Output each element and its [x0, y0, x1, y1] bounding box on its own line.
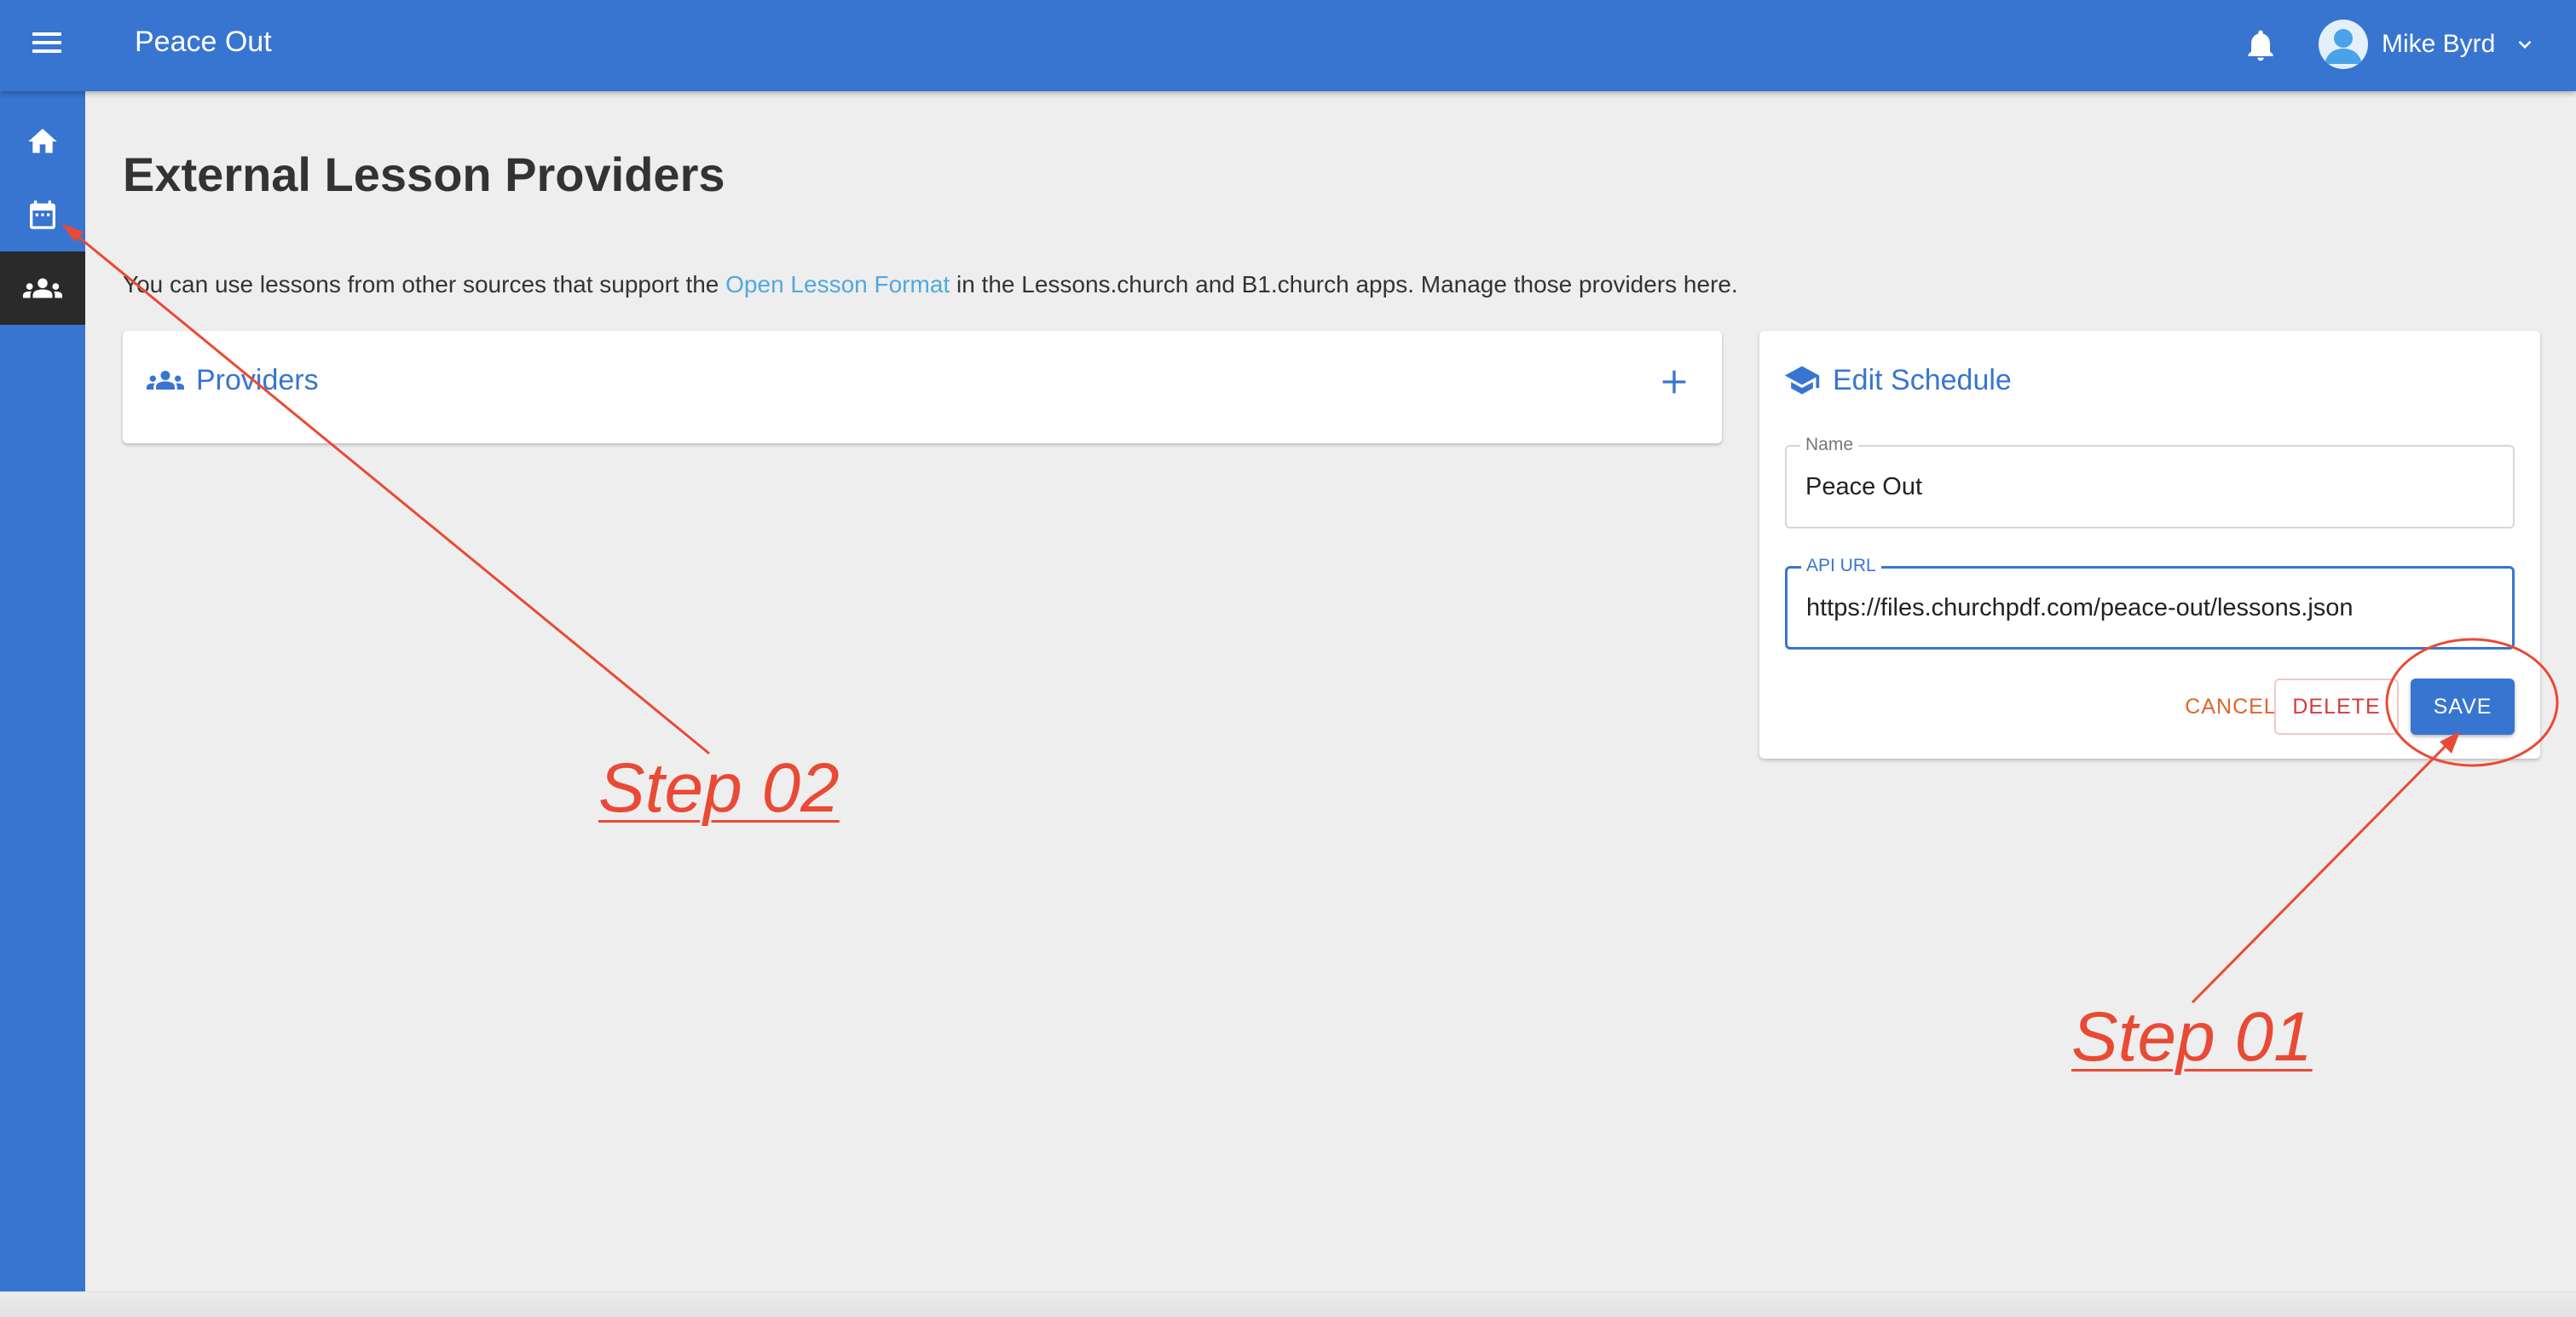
chevron-down-icon — [2518, 40, 2532, 49]
page-title: External Lesson Providers — [123, 147, 725, 201]
edit-schedule-header: Edit Schedule — [1783, 361, 2012, 399]
api-url-input[interactable] — [1806, 569, 2488, 647]
user-name: Mike Byrd — [2382, 30, 2496, 58]
intro-text: You can use lessons from other sources t… — [123, 271, 1738, 297]
avatar — [2319, 20, 2368, 69]
sidebar-item-home[interactable] — [0, 105, 85, 178]
sidebar — [0, 91, 85, 1291]
api-url-field[interactable]: API URL — [1785, 556, 2515, 650]
app-bar: Peace Out Mike Byrd — [0, 0, 2576, 91]
footer-bar — [0, 1291, 2576, 1317]
sidebar-item-calendar[interactable] — [0, 178, 85, 251]
step-02-arrow — [67, 227, 710, 755]
step-01-label: Step 01 — [2071, 998, 2313, 1076]
save-button[interactable]: SAVE — [2411, 679, 2515, 735]
edit-schedule-title: Edit Schedule — [1833, 363, 2012, 396]
open-lesson-format-link[interactable]: Open Lesson Format — [725, 271, 950, 297]
app-title: Peace Out — [135, 26, 272, 58]
sidebar-item-people[interactable] — [0, 251, 85, 325]
calendar-icon — [30, 200, 55, 229]
name-field[interactable]: Name — [1785, 435, 2515, 529]
people-icon — [147, 371, 184, 390]
user-menu[interactable]: Mike Byrd — [2319, 17, 2536, 72]
name-input[interactable] — [1805, 447, 2487, 527]
providers-header: Providers — [147, 361, 319, 399]
delete-button[interactable]: DELETE — [2274, 679, 2399, 735]
bell-icon[interactable] — [2242, 26, 2279, 65]
people-icon — [23, 278, 62, 298]
providers-card: Providers — [123, 331, 1722, 443]
providers-title: Providers — [196, 363, 319, 396]
step-01-arrow — [2191, 736, 2455, 1004]
edit-schedule-card: Edit Schedule Name API URL CANCEL DELETE… — [1759, 331, 2540, 759]
home-icon — [28, 129, 57, 153]
plus-icon[interactable] — [1657, 365, 1691, 399]
menu-icon[interactable] — [31, 27, 65, 61]
graduation-cap-icon — [1784, 366, 1820, 395]
step-02-label: Step 02 — [598, 749, 840, 827]
